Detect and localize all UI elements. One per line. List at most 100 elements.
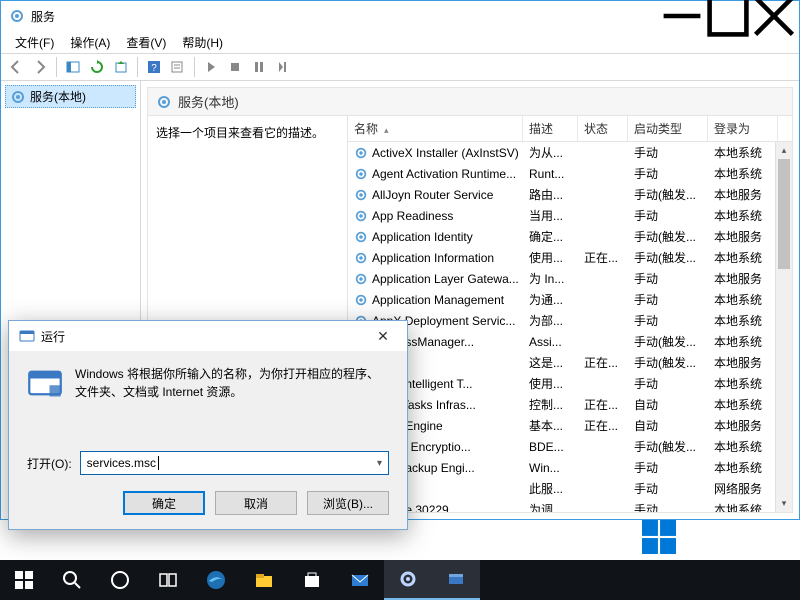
service-logon: 本地系统 [708,332,778,351]
chevron-down-icon[interactable]: ▾ [377,458,382,469]
service-start: 自动 [628,416,708,435]
tree-item-services-local[interactable]: 服务(本地) [5,85,136,108]
table-row[interactable]: AppX Deployment Servic...为部...手动本地系统 [348,310,792,331]
restart-service-button[interactable] [272,56,294,78]
start-button[interactable] [0,560,48,600]
mail-button[interactable] [336,560,384,600]
cortana-button[interactable] [96,560,144,600]
service-desc: 为从... [523,143,578,162]
service-start: 手动(触发... [628,227,708,246]
menu-file[interactable]: 文件(F) [7,32,62,53]
scroll-thumb[interactable] [778,159,790,269]
service-desc: Runt... [523,166,578,182]
refresh-button[interactable] [86,56,108,78]
table-row[interactable]: evel Backup Engi...Win...手动本地系统 [348,457,792,478]
table-row[interactable]: ound Tasks Infras...控制...正在...自动本地系统 [348,394,792,415]
menu-action[interactable]: 操作(A) [62,32,118,53]
table-row[interactable]: Service 30229为调...手动本地系统 [348,499,792,512]
table-row[interactable]: r Drive Encryptio...BDE...手动(触发...本地系统 [348,436,792,457]
table-row[interactable]: Agent Activation Runtime...Runt...手动本地系统 [348,163,792,184]
service-state [578,320,628,322]
windows-logo-icon [642,520,676,554]
col-state[interactable]: 状态 [578,116,628,141]
table-row[interactable]: dAccessManager...Assi...手动(触发...本地系统 [348,331,792,352]
service-state [578,173,628,175]
taskbar-run-button[interactable] [432,560,480,600]
watermark: Win10之家 www.win10xitong.com [642,520,792,554]
table-row[interactable]: ache此服...手动网络服务 [348,478,792,499]
service-desc: 确定... [523,227,578,246]
run-titlebar[interactable]: 运行 ✕ [9,321,407,351]
show-hide-button[interactable] [62,56,84,78]
service-desc: 为通... [523,290,578,309]
service-desc: 控制... [523,395,578,414]
service-name: Agent Activation Runtime... [372,167,516,181]
sort-asc-icon: ▴ [384,125,389,135]
close-button[interactable] [751,1,797,31]
rows-container: ActiveX Installer (AxInstSV)为从...手动本地系统A… [348,142,792,512]
service-desc: 这是... [523,353,578,372]
scrollbar[interactable]: ▴ ▾ [775,142,792,512]
service-start: 手动(触发... [628,185,708,204]
help-button[interactable]: ? [143,56,165,78]
col-desc[interactable]: 描述 [523,116,578,141]
separator [194,57,195,77]
table-row[interactable]: Application Management为通...手动本地系统 [348,289,792,310]
col-start[interactable]: 启动类型 [628,116,708,141]
store-button[interactable] [288,560,336,600]
table-row[interactable]: tering Engine基本...正在...自动本地服务 [348,415,792,436]
table-row[interactable]: App Readiness当用...手动本地系统 [348,205,792,226]
service-state [578,341,628,343]
menubar: 文件(F) 操作(A) 查看(V) 帮助(H) [1,31,799,53]
forward-button[interactable] [29,56,51,78]
menu-help[interactable]: 帮助(H) [174,32,231,53]
table-row[interactable]: ound Intelligent T...使用...手动本地系统 [348,373,792,394]
service-desc: 路由... [523,185,578,204]
table-row[interactable]: Application Identity确定...手动(触发...本地服务 [348,226,792,247]
col-name[interactable]: 名称▴ [348,116,523,141]
minimize-button[interactable] [659,1,705,31]
table-row[interactable]: 服务这是...正在...手动(触发...本地服务 [348,352,792,373]
panel-title: 服务(本地) [178,92,239,111]
svg-text:?: ? [151,63,157,74]
text-cursor [158,456,159,470]
service-start: 手动 [628,143,708,162]
service-desc: Assi... [523,334,578,350]
col-logon[interactable]: 登录为 [708,116,778,141]
cancel-button[interactable]: 取消 [215,491,297,515]
gear-icon [354,146,368,160]
service-state [578,236,628,238]
service-start: 手动 [628,164,708,183]
run-close-button[interactable]: ✕ [365,321,401,351]
service-logon: 本地系统 [708,395,778,414]
table-row[interactable]: AllJoyn Router Service路由...手动(触发...本地服务 [348,184,792,205]
ok-button[interactable]: 确定 [123,491,205,515]
taskbar-services-button[interactable] [384,560,432,600]
start-service-button[interactable] [200,56,222,78]
table-row[interactable]: Application Layer Gatewa...为 In...手动本地服务 [348,268,792,289]
service-name: Application Layer Gatewa... [372,272,519,286]
search-button[interactable] [48,560,96,600]
back-button[interactable] [5,56,27,78]
table-row[interactable]: ActiveX Installer (AxInstSV)为从...手动本地系统 [348,142,792,163]
export-button[interactable] [110,56,132,78]
open-input[interactable]: services.msc ▾ [80,451,389,475]
pause-service-button[interactable] [248,56,270,78]
properties-button[interactable] [167,56,189,78]
task-view-button[interactable] [144,560,192,600]
service-desc: 使用... [523,374,578,393]
maximize-button[interactable] [705,1,751,31]
browse-button[interactable]: 浏览(B)... [307,491,389,515]
service-start: 手动 [628,269,708,288]
edge-button[interactable] [192,560,240,600]
table-row[interactable]: Application Information使用...正在...手动(触发..… [348,247,792,268]
scroll-down-icon[interactable]: ▾ [776,495,792,512]
titlebar[interactable]: 服务 [1,1,799,31]
explorer-button[interactable] [240,560,288,600]
menu-view[interactable]: 查看(V) [118,32,174,53]
scroll-up-icon[interactable]: ▴ [776,142,792,159]
run-app-icon [19,328,35,344]
stop-service-button[interactable] [224,56,246,78]
service-desc: 基本... [523,416,578,435]
window-title: 服务 [31,8,659,25]
